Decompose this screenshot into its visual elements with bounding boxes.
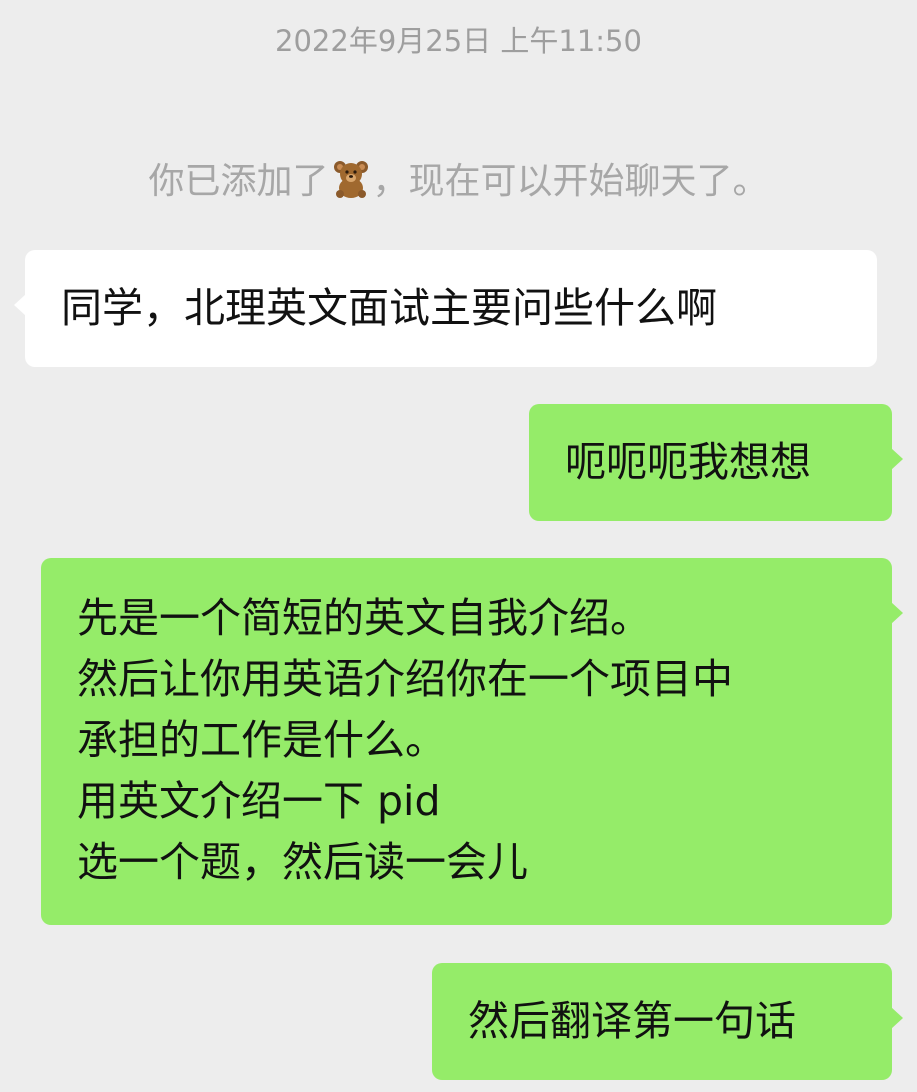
teddy-bear-icon	[331, 159, 371, 199]
system-notice-suffix: ，现在可以开始聊天了。	[372, 161, 769, 202]
message-text: 然后翻译第一句话	[468, 997, 796, 1045]
bubble-tail	[891, 602, 903, 624]
message-text-line: 然后让你用英语介绍你在一个项目中	[77, 655, 733, 703]
message-text-line: 选一个题，然后读一会儿	[77, 838, 528, 886]
bubble-tail	[14, 294, 26, 316]
message-text-line: 用英文介绍一下 pid	[77, 777, 441, 825]
incoming-message-bubble[interactable]: 同学，北理英文面试主要问些什么啊	[14, 250, 877, 367]
outgoing-message-bubble[interactable]: 呃呃呃我想想	[529, 404, 903, 521]
message-text: 呃呃呃我想想	[565, 438, 811, 486]
message-text: 同学，北理英文面试主要问些什么啊	[61, 284, 717, 332]
message-timestamp: 2022年9月25日 上午11:50	[275, 24, 642, 58]
system-notice-prefix: 你已添加了	[148, 161, 329, 202]
message-text-line: 承担的工作是什么。	[77, 716, 446, 764]
outgoing-message-bubble[interactable]: 先是一个简短的英文自我介绍。 然后让你用英语介绍你在一个项目中 承担的工作是什么…	[41, 558, 903, 925]
message-text-line: 先是一个简短的英文自我介绍。	[77, 594, 651, 642]
bubble-tail	[891, 448, 903, 470]
outgoing-message-bubble[interactable]: 然后翻译第一句话	[432, 963, 903, 1080]
system-notice: 你已添加了 ，现在可以开始聊天了。	[0, 152, 917, 204]
chat-view: 2022年9月25日 上午11:50 你已添加了 ，现在可以开始聊天了。 同学，…	[0, 0, 917, 1092]
bubble-tail	[891, 1007, 903, 1029]
